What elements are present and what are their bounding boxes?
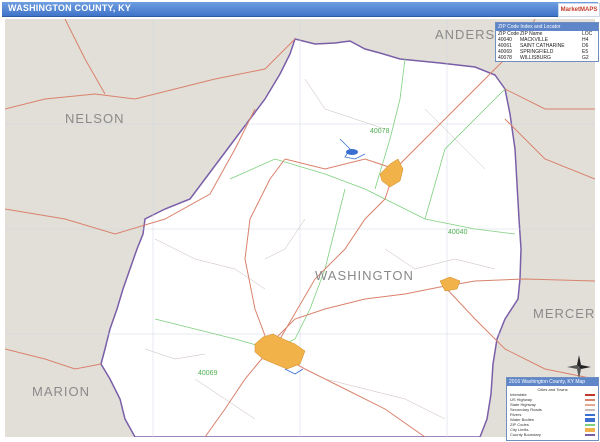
map-frame: WASHINGTON COUNTY, KY MarketMAPS NELSON … xyxy=(0,0,600,442)
map-title: WASHINGTON COUNTY, KY xyxy=(8,3,132,13)
compass-rose-icon xyxy=(567,355,591,379)
county-label: WASHINGTON xyxy=(315,268,414,283)
county-map: NELSON ANDERSON MERCER MARION WASHINGTON… xyxy=(5,19,595,437)
legend-swatch xyxy=(585,403,595,406)
legend-swatch xyxy=(585,398,595,401)
zip-table-header: ZIP Code Index and Locator xyxy=(496,23,598,31)
legend-swatch xyxy=(585,427,595,432)
zip-label-40078: 40078 xyxy=(370,128,390,135)
neighbor-label-mercer: MERCER xyxy=(533,306,595,321)
legend-header: 2016 Washington County, KY Map xyxy=(507,378,598,386)
zip-loc-cell: G2 xyxy=(582,55,589,61)
map-legend: 2016 Washington County, KY Map Cities an… xyxy=(506,377,599,441)
zip-name-cell: WILLISBURG xyxy=(520,55,551,61)
zip-label-40069: 40069 xyxy=(198,370,218,377)
legend-label: County Boundary xyxy=(510,432,541,437)
lake xyxy=(346,149,358,155)
legend-swatch xyxy=(585,408,595,411)
legend-swatch xyxy=(585,423,595,426)
zip-code-table: ZIP Code Index and Locator ZIP Code ZIP … xyxy=(495,22,599,62)
zip-label-40040: 40040 xyxy=(448,229,468,236)
table-row: 40078 WILLISBURG G2 xyxy=(496,55,598,61)
legend-swatch xyxy=(585,417,595,422)
legend-swatch xyxy=(585,413,595,416)
legend-swatch xyxy=(585,433,595,436)
legend-swatch xyxy=(585,393,595,396)
title-bar: WASHINGTON COUNTY, KY MarketMAPS xyxy=(2,2,600,17)
legend-item: County Boundary xyxy=(507,432,598,437)
neighbor-label-nelson: NELSON xyxy=(65,111,124,126)
neighbor-label-marion: MARION xyxy=(32,384,90,399)
zip-code-cell: 40078 xyxy=(498,55,512,61)
publisher-logo: MarketMAPS xyxy=(558,3,600,17)
